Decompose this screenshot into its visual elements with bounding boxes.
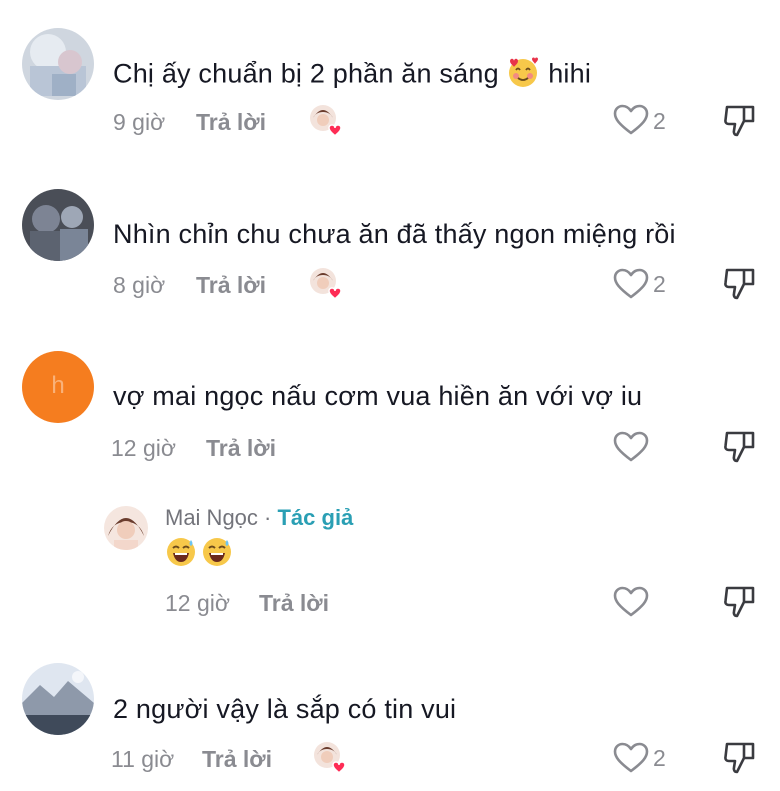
avatar[interactable]	[22, 189, 94, 261]
dislike-icon[interactable]	[722, 584, 758, 620]
like-heart-icon[interactable]	[613, 586, 649, 618]
comment-time: 11 giờ	[111, 746, 175, 772]
comment-text: Chị ấy chuẩn bị 2 phần ăn sáng hihi	[113, 55, 591, 96]
like-heart-icon[interactable]	[613, 268, 649, 300]
comment-text: Nhìn chỉn chu chưa ăn đã thấy ngon miệng…	[113, 219, 676, 249]
smiling-hearts-emoji	[506, 55, 540, 96]
dislike-icon[interactable]	[722, 740, 758, 776]
comment-text: vợ mai ngọc nấu cơm vua hiền ăn với vợ i…	[113, 381, 643, 411]
like-count: 2	[653, 108, 666, 134]
reply-button[interactable]: Trả lời	[206, 435, 276, 462]
comment-time: 8 giờ	[113, 272, 166, 298]
dislike-icon[interactable]	[722, 103, 758, 139]
like-heart-icon[interactable]	[613, 431, 649, 463]
like-heart-icon[interactable]	[613, 104, 649, 136]
creator-liked-icon	[309, 267, 343, 301]
creator-liked-icon	[309, 104, 343, 138]
comment-text-body: Chị ấy chuẩn bị 2 phần ăn sáng	[113, 58, 499, 89]
reply-button[interactable]: Trả lời	[259, 590, 329, 617]
laughing-sweat-emoji	[165, 536, 197, 573]
avatar[interactable]	[22, 663, 94, 735]
comment-text-suffix: hihi	[548, 58, 592, 89]
author-avatar[interactable]	[104, 506, 148, 550]
comment-text: 2 người vậy là sắp có tin vui	[113, 694, 457, 724]
comment-time: 12 giờ	[111, 435, 176, 461]
creator-liked-icon	[313, 741, 347, 775]
reply-button[interactable]: Trả lời	[202, 746, 272, 773]
avatar[interactable]	[22, 28, 94, 100]
like-count: 2	[653, 271, 666, 297]
laughing-sweat-emoji	[201, 536, 233, 573]
dislike-icon[interactable]	[722, 429, 758, 465]
dislike-icon[interactable]	[722, 266, 758, 302]
author-tag: Tác giả	[277, 505, 354, 530]
author-name[interactable]: Mai Ngọc	[165, 505, 258, 530]
comment-time: 9 giờ	[113, 109, 166, 135]
name-separator: ·	[257, 505, 278, 530]
like-heart-icon[interactable]	[613, 742, 649, 774]
avatar-letter: h	[51, 372, 65, 399]
comment-time: 12 giờ	[165, 590, 230, 616]
avatar[interactable]: h	[22, 351, 94, 423]
reply-emojis	[165, 536, 233, 570]
reply-button[interactable]: Trả lời	[196, 272, 266, 299]
reply-button[interactable]: Trả lời	[196, 109, 266, 136]
author-name-line: Mai Ngọc · Tác giả	[165, 505, 353, 531]
like-count: 2	[653, 745, 666, 771]
